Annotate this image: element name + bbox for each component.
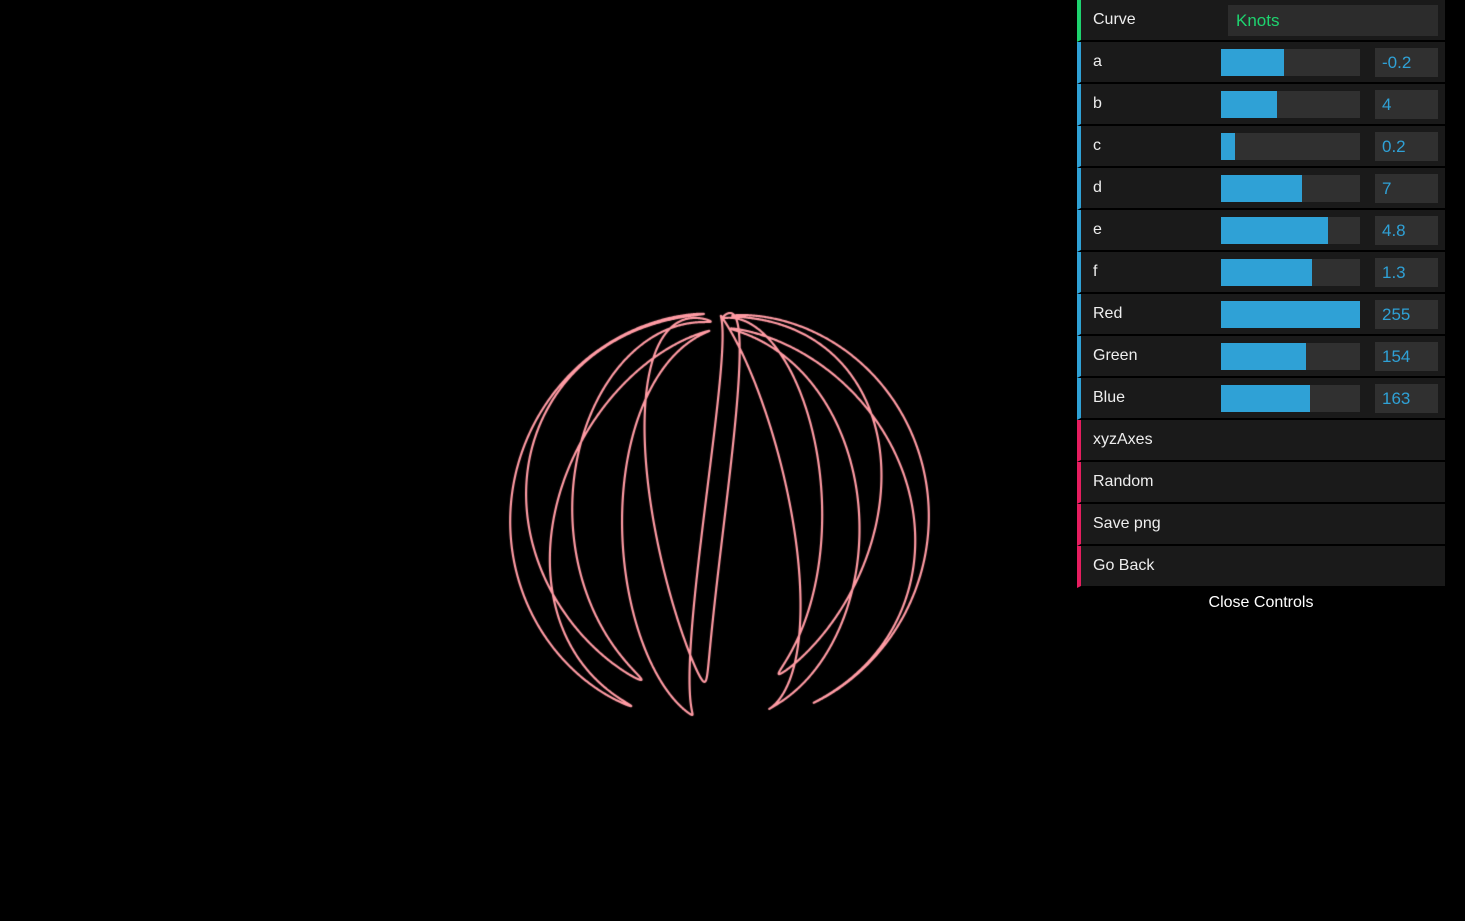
slider-label: Blue [1093,378,1125,418]
slider-fill [1221,259,1312,286]
slider-label: e [1093,210,1102,250]
slider-label: a [1093,42,1102,82]
slider-value[interactable]: 7 [1375,174,1438,203]
slider-track[interactable] [1221,217,1360,244]
slider-value[interactable]: -0.2 [1375,48,1438,77]
slider-value[interactable]: 4.8 [1375,216,1438,245]
close-controls-button[interactable]: Close Controls [1077,588,1445,617]
slider-label: Red [1093,294,1122,334]
slider-track[interactable] [1221,133,1360,160]
slider-row-b: b4 [1077,84,1445,126]
slider-row-e: e 4.8 [1077,210,1445,252]
button-label: Save png [1093,504,1161,544]
curve-label: Curve [1093,0,1136,40]
slider-value[interactable]: 0.2 [1375,132,1438,161]
slider-value[interactable]: 163 [1375,384,1438,413]
slider-track[interactable] [1221,385,1360,412]
slider-label: c [1093,126,1101,166]
button-rows: xyzAxesRandomSave pngGo Back [1077,420,1445,588]
button-random[interactable]: Random [1077,462,1445,504]
slider-track[interactable] [1221,91,1360,118]
slider-row-blue: Blue 163 [1077,378,1445,420]
slider-row-red: Red 255 [1077,294,1445,336]
slider-fill [1221,301,1360,328]
slider-fill [1221,175,1302,202]
slider-fill [1221,385,1310,412]
slider-value[interactable]: 1.3 [1375,258,1438,287]
slider-fill [1221,49,1284,76]
button-label: Go Back [1093,546,1154,586]
slider-label: b [1093,84,1102,124]
slider-track[interactable] [1221,175,1360,202]
slider-fill [1221,343,1306,370]
button-label: xyzAxes [1093,420,1153,460]
button-save-png[interactable]: Save png [1077,504,1445,546]
curve-canvas[interactable] [0,0,1076,921]
slider-label: f [1093,252,1097,292]
slider-fill [1221,91,1277,118]
slider-row-green: Green 154 [1077,336,1445,378]
slider-row-f: f 1.3 [1077,252,1445,294]
slider-track[interactable] [1221,49,1360,76]
dat-gui-panel: Curve Knots a-0.2b4c0.2d7e4.8f1.3Red255G… [1077,0,1445,617]
curve-select[interactable]: Knots [1228,5,1438,36]
button-xyzaxes[interactable]: xyzAxes [1077,420,1445,462]
curve-row: Curve Knots [1077,0,1445,42]
slider-track[interactable] [1221,259,1360,286]
slider-track[interactable] [1221,343,1360,370]
slider-value[interactable]: 154 [1375,342,1438,371]
slider-label: d [1093,168,1102,208]
slider-value[interactable]: 4 [1375,90,1438,119]
slider-fill [1221,133,1235,160]
slider-row-c: c 0.2 [1077,126,1445,168]
slider-row-d: d7 [1077,168,1445,210]
button-label: Random [1093,462,1153,502]
slider-track[interactable] [1221,301,1360,328]
slider-fill [1221,217,1328,244]
slider-value[interactable]: 255 [1375,300,1438,329]
slider-label: Green [1093,336,1137,376]
button-go-back[interactable]: Go Back [1077,546,1445,588]
slider-row-a: a -0.2 [1077,42,1445,84]
slider-rows: a-0.2b4c0.2d7e4.8f1.3Red255Green154Blue1… [1077,42,1445,420]
